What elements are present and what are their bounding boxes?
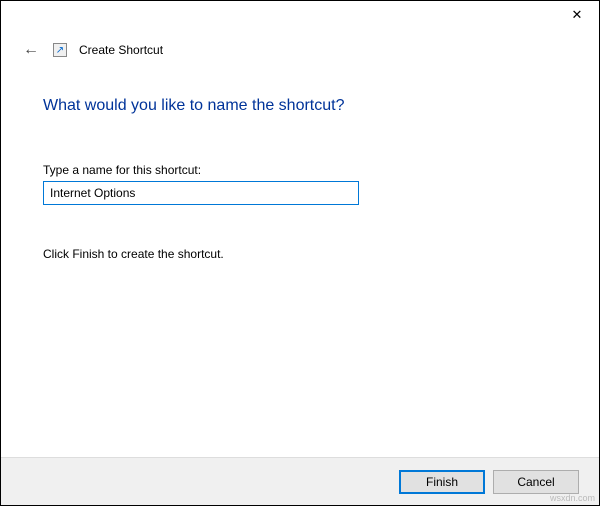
- shortcut-name-input[interactable]: [43, 181, 359, 205]
- wizard-content: What would you like to name the shortcut…: [1, 69, 599, 281]
- close-icon: ✕: [572, 7, 583, 23]
- back-button[interactable]: ←: [21, 39, 41, 61]
- wizard-title: Create Shortcut: [79, 43, 163, 57]
- finish-button[interactable]: Finish: [399, 470, 485, 494]
- shortcut-icon: ↗: [53, 43, 67, 57]
- cancel-button[interactable]: Cancel: [493, 470, 579, 494]
- watermark: wsxdn.com: [550, 493, 595, 503]
- shortcut-name-label: Type a name for this shortcut:: [43, 163, 557, 177]
- page-heading: What would you like to name the shortcut…: [43, 97, 557, 115]
- instruction-text: Click Finish to create the shortcut.: [43, 247, 557, 261]
- wizard-header: ← ↗ Create Shortcut: [1, 29, 599, 69]
- titlebar: ✕: [1, 1, 599, 29]
- button-bar: Finish Cancel: [1, 457, 599, 505]
- close-button[interactable]: ✕: [567, 5, 587, 25]
